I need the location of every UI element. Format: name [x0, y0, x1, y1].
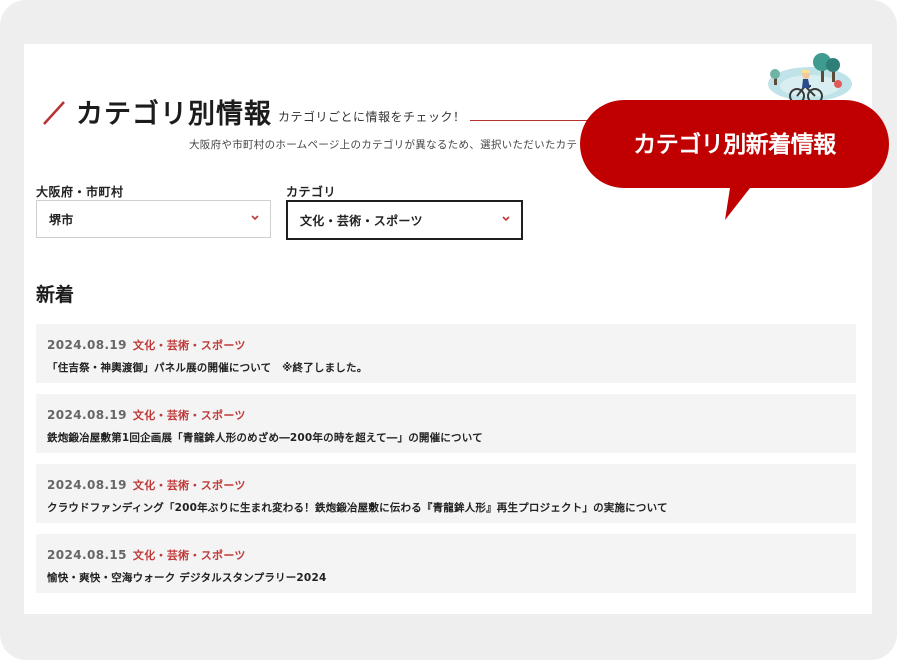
news-date: 2024.08.19: [47, 478, 127, 492]
news-date: 2024.08.19: [47, 408, 127, 422]
news-date: 2024.08.15: [47, 548, 127, 562]
news-item[interactable]: 2024.08.19 文化・芸術・スポーツ クラウドファンディング「200年ぶりに…: [36, 464, 856, 523]
category-select-value: 文化・芸術・スポーツ: [300, 213, 423, 228]
news-heading: 新着: [36, 284, 75, 306]
news-category: 文化・芸術・スポーツ: [132, 479, 246, 492]
news-category: 文化・芸術・スポーツ: [132, 339, 246, 352]
callout-text: カテゴリ別新着情報: [633, 132, 836, 158]
news-item[interactable]: 2024.08.19 文化・芸術・スポーツ 鉄炮鍛冶屋敷第1回企画展「青龍鉾人形の…: [36, 394, 856, 453]
news-item[interactable]: 2024.08.15 文化・芸術・スポーツ 愉快・爽快・空海ウォーク デジタルスタ…: [36, 534, 856, 593]
news-item[interactable]: 2024.08.19 文化・芸術・スポーツ 「住吉祭・神輿渡御」パネル展の開催につ…: [36, 324, 856, 383]
page-title: カテゴリ別情報: [76, 99, 272, 130]
slash-icon: [43, 101, 65, 125]
area-select[interactable]: 堺市: [36, 200, 271, 238]
news-title[interactable]: 愉快・爽快・空海ウォーク デジタルスタンプラリー2024: [47, 570, 326, 585]
screenshot-frame: カテゴリ別情報 カテゴリごとに情報をチェック！ 大阪府や市町村のホームページ上の…: [0, 0, 897, 660]
news-category: 文化・芸術・スポーツ: [132, 409, 246, 422]
callout-bubble: [580, 100, 889, 220]
area-select-label: 大阪府・市町村: [36, 185, 124, 199]
area-select-value: 堺市: [49, 212, 74, 227]
page-description: 大阪府や市町村のホームページ上のカテゴリが異なるため、選択いただいたカテ: [189, 139, 578, 151]
page-subtitle: カテゴリごとに情報をチェック！: [278, 110, 466, 124]
news-title[interactable]: 鉄炮鍛冶屋敷第1回企画展「青龍鉾人形のめざめ―200年の時を超えて―」の開催につ…: [47, 430, 483, 445]
news-date: 2024.08.19: [47, 338, 127, 352]
news-title[interactable]: 「住吉祭・神輿渡御」パネル展の開催について ※終了しました。: [47, 360, 367, 375]
category-select[interactable]: 文化・芸術・スポーツ: [286, 200, 523, 240]
chevron-down-icon: [502, 216, 510, 222]
category-select-label: カテゴリ: [286, 185, 337, 199]
news-title[interactable]: クラウドファンディング「200年ぶりに生まれ変わる！鉄炮鍛冶屋敷に伝わる『青龍鉾…: [47, 500, 668, 515]
news-category: 文化・芸術・スポーツ: [132, 549, 246, 562]
chevron-down-icon: [251, 215, 259, 221]
